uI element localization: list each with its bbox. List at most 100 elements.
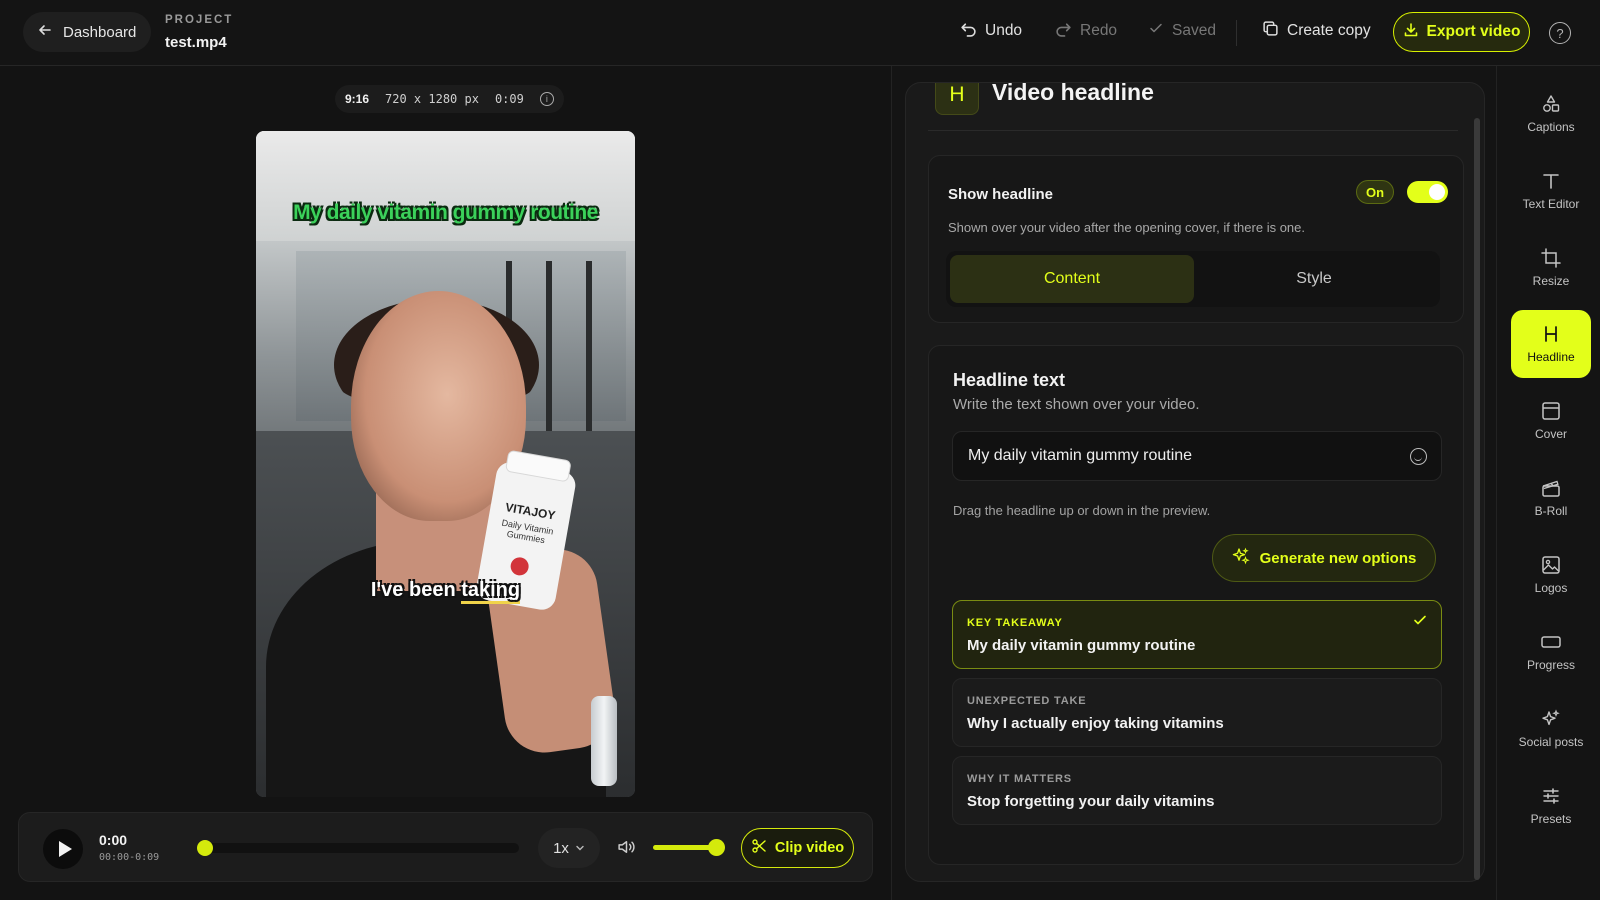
heading-icon: H (935, 83, 979, 115)
sidebar-item-presets[interactable]: Presets (1511, 772, 1591, 840)
sidebar-item-label: B-Roll (1534, 504, 1568, 518)
sidebar-item-social-posts[interactable]: Social posts (1511, 695, 1591, 763)
sidebar-item-label: Captions (1527, 120, 1575, 134)
duration: 0:09 (494, 92, 524, 106)
sidebar-item-label: Social posts (1518, 735, 1584, 749)
volume-icon[interactable] (617, 838, 636, 861)
play-icon (58, 841, 72, 857)
sidebar-item-label: Resize (1532, 274, 1570, 288)
undo-icon (960, 20, 977, 42)
playback-speed-select[interactable]: 1x (538, 828, 600, 868)
headline-option-unexpected-take[interactable]: UNEXPECTED TAKE Why I actually enjoy tak… (952, 678, 1442, 747)
scissors-icon (751, 838, 767, 858)
option-tag: KEY TAKEAWAY (967, 617, 1063, 629)
tab-content[interactable]: Content (950, 255, 1194, 303)
sidebar-item-label: Presets (1530, 812, 1572, 826)
tab-style[interactable]: Style (1192, 255, 1436, 303)
info-icon[interactable]: i (539, 92, 554, 106)
redo-label: Redo (1080, 22, 1118, 39)
volume-slider[interactable] (653, 839, 725, 856)
undo-label: Undo (985, 22, 1023, 39)
headline-text-title: Headline text (953, 370, 1066, 390)
clip-video-label: Clip video (774, 840, 845, 856)
headline-input[interactable]: My daily vitamin gummy routine (952, 431, 1442, 481)
toolbar-divider (1236, 20, 1237, 46)
headline-text-description: Write the text shown over your video. (953, 396, 1200, 413)
check-icon (1148, 20, 1164, 41)
show-headline-toggle[interactable] (1407, 181, 1448, 203)
volume-handle[interactable] (707, 839, 725, 856)
sidebar-item-headline[interactable]: Headline (1511, 310, 1591, 378)
dashboard-back-button[interactable]: Dashboard (23, 12, 151, 52)
show-headline-card: Show headline On Shown over your video a… (928, 155, 1464, 323)
preview-area: 9:16 720 x 1280 px 0:09 i VITAJOY Daily … (0, 66, 891, 900)
generate-label: Generate new options (1259, 549, 1417, 567)
tools-sidebar: Captions Text Editor Resize Headline Cov… (1496, 66, 1600, 900)
redo-icon (1055, 20, 1072, 42)
help-icon[interactable]: ? (1549, 22, 1571, 44)
status-badge: On (1356, 180, 1394, 204)
sidebar-item-captions[interactable]: Captions (1511, 80, 1591, 148)
current-time: 0:00 (99, 832, 128, 848)
dashboard-label: Dashboard (63, 23, 137, 41)
export-video-button[interactable]: Export video (1393, 12, 1530, 52)
speed-value: 1x (553, 839, 569, 857)
resolution: 720 x 1280 px (385, 92, 479, 106)
headline-text-card: Headline text Write the text shown over … (928, 345, 1464, 865)
emoji-icon[interactable] (1410, 448, 1427, 465)
sidebar-item-logos[interactable]: Logos (1511, 541, 1591, 609)
saved-status: Saved (1148, 20, 1216, 41)
crop-icon (1541, 248, 1561, 268)
sidebar-item-resize[interactable]: Resize (1511, 234, 1591, 302)
headline-option-why-it-matters[interactable]: WHY IT MATTERS Stop forgetting your dail… (952, 756, 1442, 825)
show-headline-label: Show headline (948, 186, 1054, 203)
headline-overlay[interactable]: My daily vitamin gummy routine (256, 201, 635, 225)
generate-options-button[interactable]: Generate new options (1212, 534, 1436, 582)
drag-hint: Drag the headline up or down in the prev… (953, 503, 1211, 518)
sidebar-item-cover[interactable]: Cover (1511, 387, 1591, 455)
option-text: My daily vitamin gummy routine (967, 637, 1196, 654)
clip-video-button[interactable]: Clip video (741, 828, 854, 868)
download-icon (1403, 22, 1419, 43)
sidebar-item-label: Cover (1534, 427, 1567, 441)
volume-fill (653, 845, 716, 850)
sidebar-item-label: Progress (1526, 658, 1576, 672)
cover-icon (1541, 401, 1561, 421)
undo-button[interactable]: Undo (960, 20, 1022, 42)
headline-input-value: My daily vitamin gummy routine (968, 447, 1193, 464)
copy-icon (1262, 20, 1279, 42)
clapper-icon (1541, 478, 1561, 498)
timeline-scrubber[interactable] (197, 840, 519, 856)
progress-icon (1540, 632, 1562, 652)
redo-button[interactable]: Redo (1055, 20, 1117, 42)
arrow-left-icon (37, 22, 53, 42)
project-name: test.mp4 (165, 34, 227, 51)
sidebar-item-label: Logos (1534, 581, 1568, 595)
project-label: PROJECT (165, 14, 234, 26)
show-headline-description: Shown over your video after the opening … (948, 220, 1305, 235)
sidebar-item-progress[interactable]: Progress (1511, 618, 1591, 686)
create-copy-label: Create copy (1287, 22, 1371, 39)
panel-scrollbar[interactable] (1474, 118, 1480, 880)
video-preview[interactable]: VITAJOY Daily Vitamin Gummies My daily v… (256, 131, 635, 797)
check-icon (1413, 613, 1427, 630)
water-bottle (591, 696, 617, 786)
sparkle-icon (1232, 547, 1250, 569)
sidebar-item-b-roll[interactable]: B-Roll (1511, 464, 1591, 532)
content-style-tabs: Content Style (946, 251, 1440, 307)
sparkle-icon (1541, 709, 1561, 729)
option-text: Stop forgetting your daily vitamins (967, 793, 1215, 810)
heading-icon (1541, 324, 1561, 344)
text-icon (1541, 171, 1561, 191)
option-text: Why I actually enjoy taking vitamins (967, 715, 1224, 732)
panel-header: H Video headline (928, 83, 1458, 131)
sidebar-item-text-editor[interactable]: Text Editor (1511, 157, 1591, 225)
create-copy-button[interactable]: Create copy (1262, 20, 1371, 42)
image-icon (1541, 555, 1561, 575)
caption-text: I've been (370, 579, 462, 601)
option-tag: WHY IT MATTERS (967, 773, 1072, 785)
headline-option-key-takeaway[interactable]: KEY TAKEAWAY My daily vitamin gummy rout… (952, 600, 1442, 669)
export-label: Export video (1426, 23, 1521, 40)
scrubber-handle[interactable] (197, 840, 213, 856)
play-button[interactable] (43, 829, 83, 869)
